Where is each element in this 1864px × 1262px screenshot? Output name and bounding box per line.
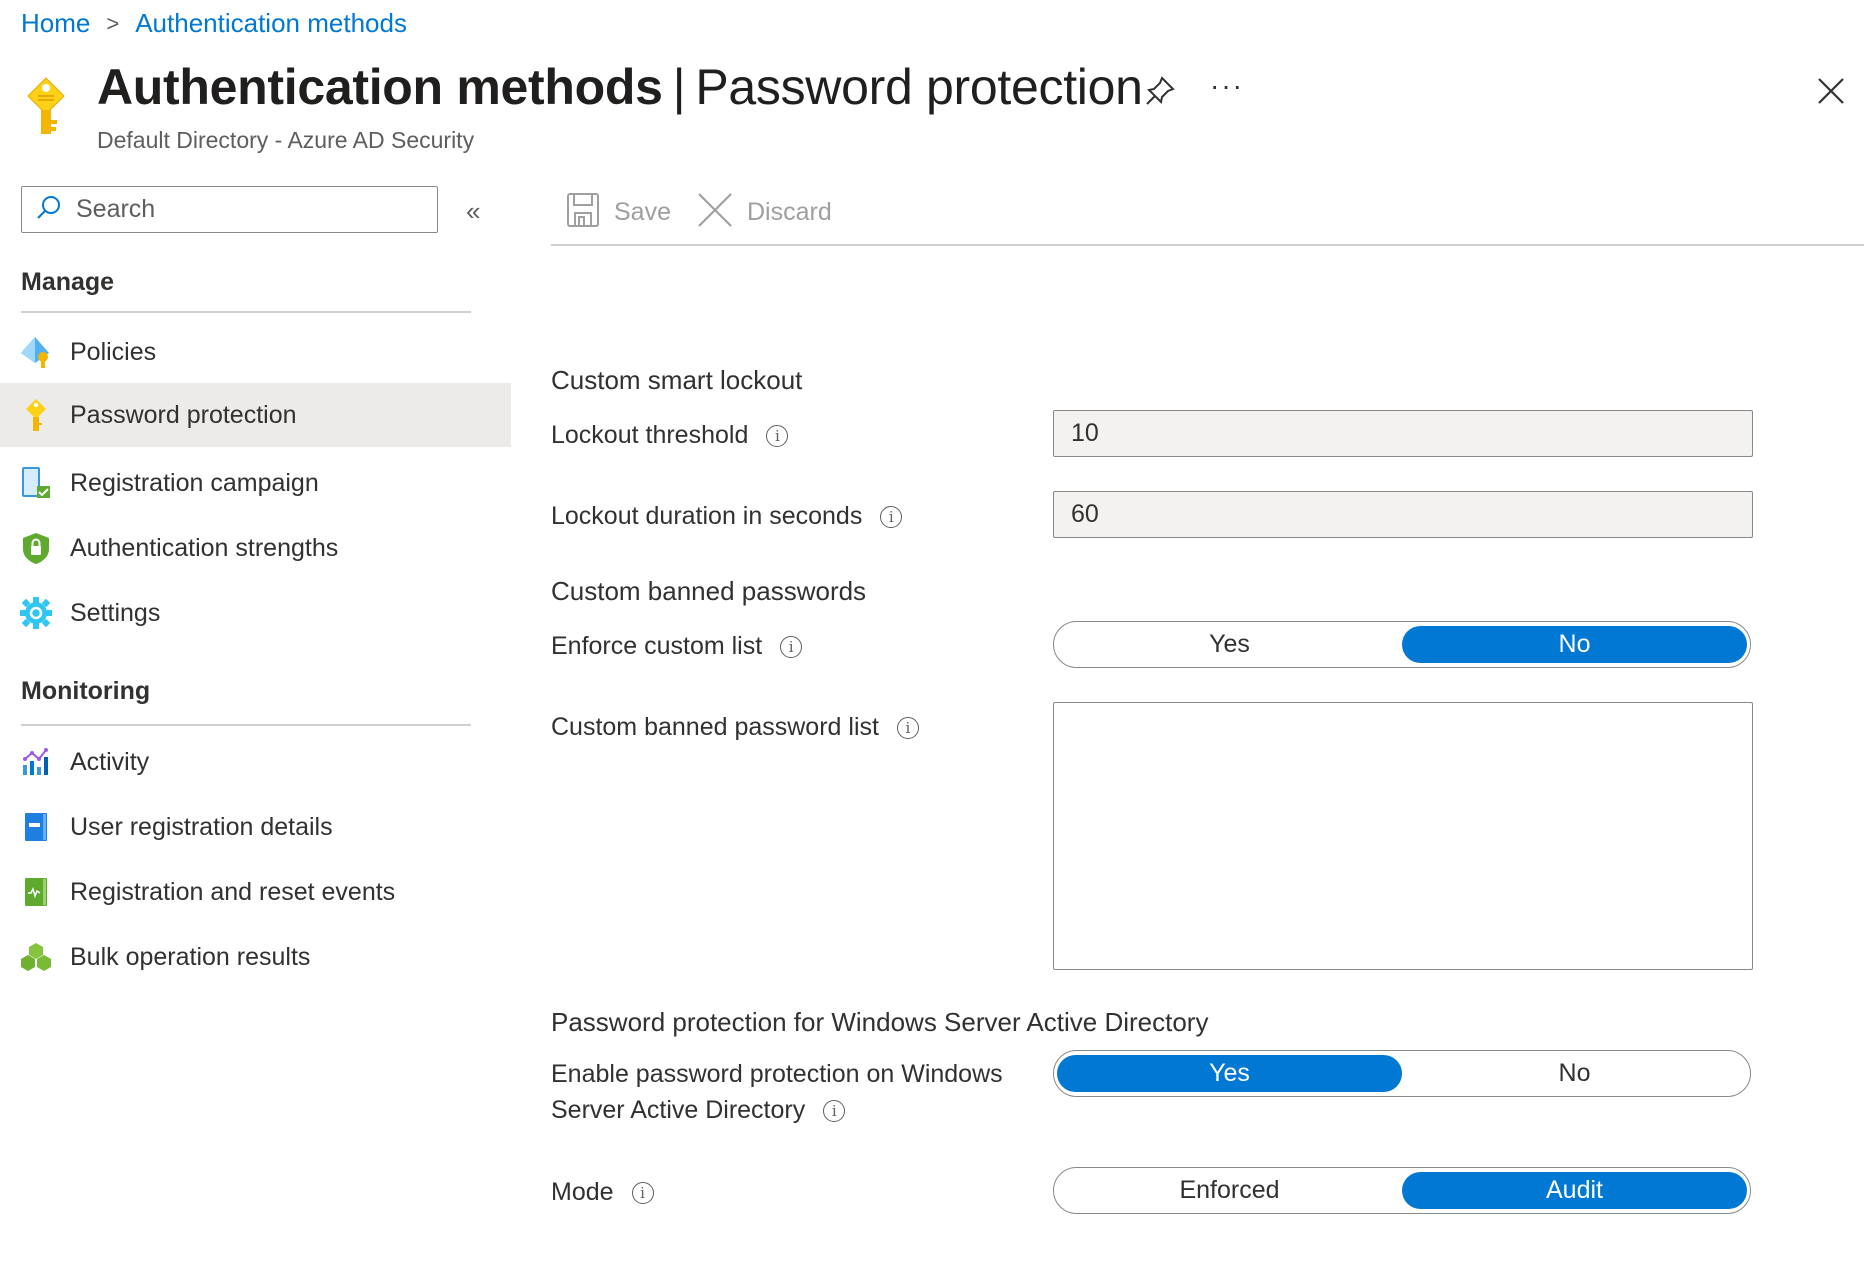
close-icon[interactable] [1814, 74, 1848, 108]
enforce-option-yes[interactable]: Yes [1057, 626, 1402, 663]
gear-icon [18, 595, 54, 631]
mode-label: Mode i [551, 1178, 654, 1207]
banned-passwords-heading: Custom banned passwords [551, 576, 867, 606]
section-divider [21, 311, 471, 313]
sidebar-item-label: Activity [70, 747, 150, 776]
search-icon [22, 194, 62, 225]
green-book-icon [18, 874, 54, 910]
sidebar-item-label: Settings [70, 598, 161, 627]
sidebar-item-label: Bulk operation results [70, 942, 311, 971]
sidebar-item-policies[interactable]: Policies [0, 320, 511, 384]
smart-lockout-heading: Custom smart lockout [551, 365, 803, 395]
sidebar-item-label: Registration campaign [70, 468, 319, 497]
enforce-custom-list-label: Enforce custom list i [551, 632, 803, 661]
mode-toggle[interactable]: Enforced Audit [1053, 1167, 1751, 1214]
chevron-right-icon: > [106, 10, 120, 36]
enforce-option-no[interactable]: No [1402, 626, 1747, 663]
key-icon [24, 76, 68, 138]
save-button[interactable]: Save [566, 190, 671, 234]
banned-password-list-textarea[interactable] [1053, 702, 1753, 970]
enable-option-no[interactable]: No [1402, 1055, 1747, 1092]
toolbar-divider [551, 244, 1864, 246]
sidebar-item-settings[interactable]: Settings [0, 581, 511, 645]
save-label: Save [614, 197, 671, 226]
shield-lock-icon [18, 530, 54, 566]
mode-option-audit[interactable]: Audit [1402, 1172, 1747, 1209]
enable-option-yes[interactable]: Yes [1057, 1055, 1402, 1092]
enable-windows-ad-toggle[interactable]: Yes No [1053, 1050, 1751, 1097]
page-title: Authentication methods | Password protecti… [97, 59, 1143, 115]
sidebar-item-activity[interactable]: Activity [0, 730, 511, 794]
search-input[interactable] [74, 194, 408, 225]
lockout-duration-input[interactable] [1053, 491, 1753, 538]
info-icon[interactable]: i [896, 716, 919, 739]
mode-option-enforced[interactable]: Enforced [1057, 1172, 1402, 1209]
windows-ad-heading: Password protection for Windows Server A… [551, 1007, 1209, 1037]
activity-chart-icon [18, 744, 54, 780]
key-icon [18, 397, 54, 433]
enable-windows-ad-label-line1: Enable password protection on Windows [551, 1060, 1003, 1088]
discard-button[interactable]: Discard [697, 190, 832, 234]
section-heading-monitoring: Monitoring [21, 677, 151, 705]
sidebar-item-user-registration-details[interactable]: User registration details [0, 795, 511, 859]
pin-icon[interactable] [1143, 74, 1177, 108]
more-options-icon[interactable]: ··· [1210, 70, 1244, 102]
breadcrumb: Home > Authentication methods [21, 8, 407, 39]
page-subtitle: Default Directory - Azure AD Security [97, 127, 475, 153]
policies-icon [18, 334, 54, 370]
sidebar-item-bulk-operation-results[interactable]: Bulk operation results [0, 925, 511, 989]
breadcrumb-authentication-methods[interactable]: Authentication methods [135, 8, 407, 39]
sidebar-item-label: Password protection [70, 400, 297, 429]
blue-book-icon [18, 809, 54, 845]
discard-icon [697, 192, 733, 233]
info-icon[interactable]: i [780, 635, 803, 658]
enforce-custom-list-toggle[interactable]: Yes No [1053, 621, 1751, 668]
cubes-icon [18, 939, 54, 975]
info-icon[interactable]: i [766, 424, 789, 447]
lockout-duration-label: Lockout duration in seconds i [551, 502, 903, 531]
sidebar-item-registration-campaign[interactable]: Registration campaign [0, 451, 511, 515]
section-heading-manage: Manage [21, 268, 115, 296]
info-icon[interactable]: i [823, 1099, 846, 1122]
breadcrumb-home[interactable]: Home [21, 8, 90, 39]
sidebar-item-label: Authentication strengths [70, 533, 339, 562]
collapse-sidebar-icon[interactable]: « [466, 196, 480, 227]
enable-windows-ad-label-line2: Server Active Directory i [551, 1096, 846, 1125]
sidebar-item-label: Policies [70, 337, 157, 366]
banned-password-list-label: Custom banned password list i [551, 713, 919, 742]
sidebar-item-label: User registration details [70, 812, 333, 841]
info-icon[interactable]: i [880, 505, 903, 528]
sidebar-item-authentication-strengths[interactable]: Authentication strengths [0, 516, 511, 580]
sidebar-item-registration-reset-events[interactable]: Registration and reset events [0, 860, 511, 924]
save-icon [566, 192, 600, 233]
info-icon[interactable]: i [631, 1181, 654, 1204]
section-divider [21, 724, 471, 726]
sidebar-item-label: Registration and reset events [70, 877, 396, 906]
sidebar-item-password-protection[interactable]: Password protection [0, 383, 511, 447]
phone-check-icon [18, 465, 54, 501]
discard-label: Discard [747, 197, 832, 226]
lockout-threshold-input[interactable] [1053, 410, 1753, 457]
lockout-threshold-label: Lockout threshold i [551, 421, 789, 450]
search-box[interactable] [21, 186, 438, 233]
